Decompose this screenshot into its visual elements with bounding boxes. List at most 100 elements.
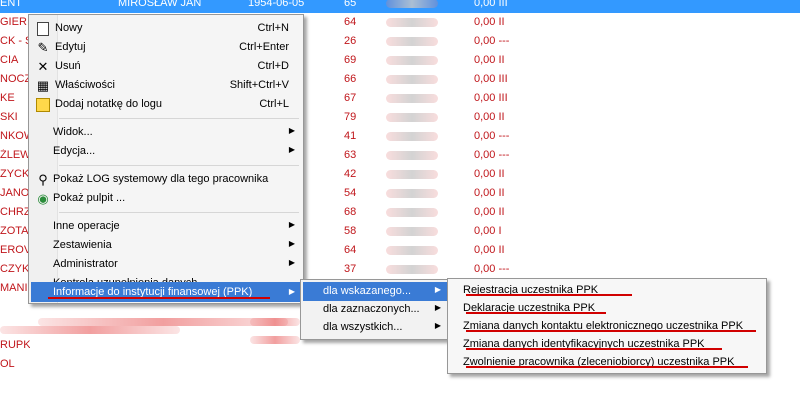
row-age-cell: 69 [344,54,357,66]
redacted-cell [386,132,438,141]
submenu-item-identity-change[interactable]: Zmiana danych identyfikacyjnych uczestni… [450,335,764,354]
row-name-cell: NOCZ [0,73,30,85]
menu-separator [59,165,299,166]
row-value-cell: 0,00 --- [474,130,510,142]
row-value-cell: 0,00 --- [474,35,510,47]
menu-item-add-note[interactable]: Dodaj notatkę do logu Ctrl+L [31,95,301,114]
menu-separator [59,212,299,213]
redacted-cell [386,113,438,122]
menu-separator [59,118,299,119]
row-value-cell: 0,00 --- [474,149,510,161]
redacted-cell [386,56,438,65]
row-name-cell: CHRZA [0,206,30,218]
row-name-cell: CIA [0,54,19,66]
submenu-item-dismissal[interactable]: Zwolnienie pracownika (zleceniobiorcy) u… [450,353,764,372]
row-value-cell: 0,00 III [474,0,508,9]
row-age-cell: 37 [344,263,357,275]
submenu-item-for-marked[interactable]: dla zaznaczonych... ▶ [303,300,447,319]
row-name-cell: ŻLEW [0,149,30,161]
menu-item-show-desktop[interactable]: ◉ Pokaż pulpit ... [31,189,301,208]
menu-item-new[interactable]: Nowy Ctrl+N [31,19,301,38]
menu-item-edition[interactable]: Edycja... ▶ [31,142,301,161]
submenu-item-contact-change[interactable]: Zmiana danych kontaktu elektronicznego u… [450,317,764,336]
context-menu: Nowy Ctrl+N ✎ Edytuj Ctrl+Enter ✕ Usuń C… [28,14,304,304]
redacted-text [250,318,300,326]
redacted-cell [386,189,438,198]
row-value-cell: 0,00 --- [474,263,510,275]
row-value-cell: 0,00 II [474,16,505,28]
row-name-cell: ZOTA [0,225,29,237]
menu-item-delete[interactable]: ✕ Usuń Ctrl+D [31,57,301,76]
redacted-cell [386,170,438,179]
row-value-cell: 0,00 II [474,187,505,199]
redacted-cell [386,0,438,8]
row-value-cell: 0,00 II [474,111,505,123]
submenu-arrow-icon: ▶ [288,126,295,135]
row-value-cell: 0,00 I [474,225,502,237]
redacted-cell [386,208,438,217]
menu-item-other-operations[interactable]: Inne operacje ▶ [31,217,301,236]
redacted-cell [386,265,438,274]
row-name-cell: GIER [0,16,27,28]
redacted-text [0,326,180,334]
annotation-underline [48,297,270,299]
submenu-item-for-selected-one[interactable]: dla wskazanego... ▶ [303,282,447,301]
redacted-cell [386,227,438,236]
redacted-cell [386,75,438,84]
row-value-cell: 0,00 II [474,168,505,180]
edit-icon: ✎ [37,40,49,55]
row-name-cell: EROV [0,244,30,256]
submenu-item-registration[interactable]: Rejestracja uczestnika PPK [450,281,764,300]
annotation-underline [466,330,756,332]
submenu-item-declarations[interactable]: Deklaracje uczestnika PPK [450,299,764,318]
row-age-cell: 65 [344,0,357,9]
row-value-cell: 0,00 II [474,244,505,256]
row-name-cell: KE [0,92,15,104]
menu-item-show-log[interactable]: ⚲ Pokaż LOG systemowy dla tego pracownik… [31,170,301,189]
annotation-underline [466,348,722,350]
submenu-arrow-icon: ▶ [434,303,441,312]
row-age-cell: 63 [344,149,357,161]
row-value-cell: 0,00 III [474,73,508,85]
row-age-cell: 58 [344,225,357,237]
row-age-cell: 68 [344,206,357,218]
row-name-cell: ZYCKI [0,168,30,180]
row-age-cell: 41 [344,130,357,142]
row-name-cell: NKOW [0,130,30,142]
row-name-cell: ENT [0,0,22,9]
row-name-cell: CK - Ś [0,35,30,47]
menu-item-reports[interactable]: Zestawienia ▶ [31,236,301,255]
row-age-cell: 67 [344,92,357,104]
delete-x-icon: ✕ [37,59,49,74]
submenu-arrow-icon: ▶ [288,220,295,229]
row-age-cell: 64 [344,16,357,28]
row-name-cell: MANI [0,282,28,294]
redacted-cell [386,246,438,255]
ppk-submenu: dla wskazanego... ▶ dla zaznaczonych... … [300,279,450,340]
submenu-arrow-icon: ▶ [288,239,295,248]
redacted-cell [386,18,438,27]
menu-item-edit[interactable]: ✎ Edytuj Ctrl+Enter [31,38,301,57]
desktop-icon: ◉ [37,191,49,206]
row-age-cell: 26 [344,35,357,47]
menu-item-ppk-info[interactable]: Informacje do instytucji finansowej (PPK… [31,282,301,302]
row-value-cell: 0,00 II [474,54,505,66]
row-age-cell: 79 [344,111,357,123]
menu-item-properties[interactable]: ▦ Właściwości Shift+Ctrl+V [31,76,301,95]
redacted-cell [386,37,438,46]
annotation-underline [466,312,606,314]
submenu-arrow-icon: ▶ [434,321,441,330]
row-name-cell: JANOV [0,187,30,199]
row-age-cell: 64 [344,244,357,256]
submenu-item-for-all[interactable]: dla wszystkich... ▶ [303,318,447,337]
redacted-cell [386,151,438,160]
redacted-cell [386,94,438,103]
table-row[interactable]: ENT MIROSŁAW JAN 1954-06-05 65 0,00 III [0,0,800,13]
row-age-cell: 54 [344,187,357,199]
row-value-cell: 0,00 II [474,206,505,218]
menu-item-view[interactable]: Widok... ▶ [31,123,301,142]
menu-item-administrator[interactable]: Administrator ▶ [31,255,301,274]
redacted-text [250,336,300,344]
magnifier-icon: ⚲ [38,172,48,187]
row-age-cell: 66 [344,73,357,85]
